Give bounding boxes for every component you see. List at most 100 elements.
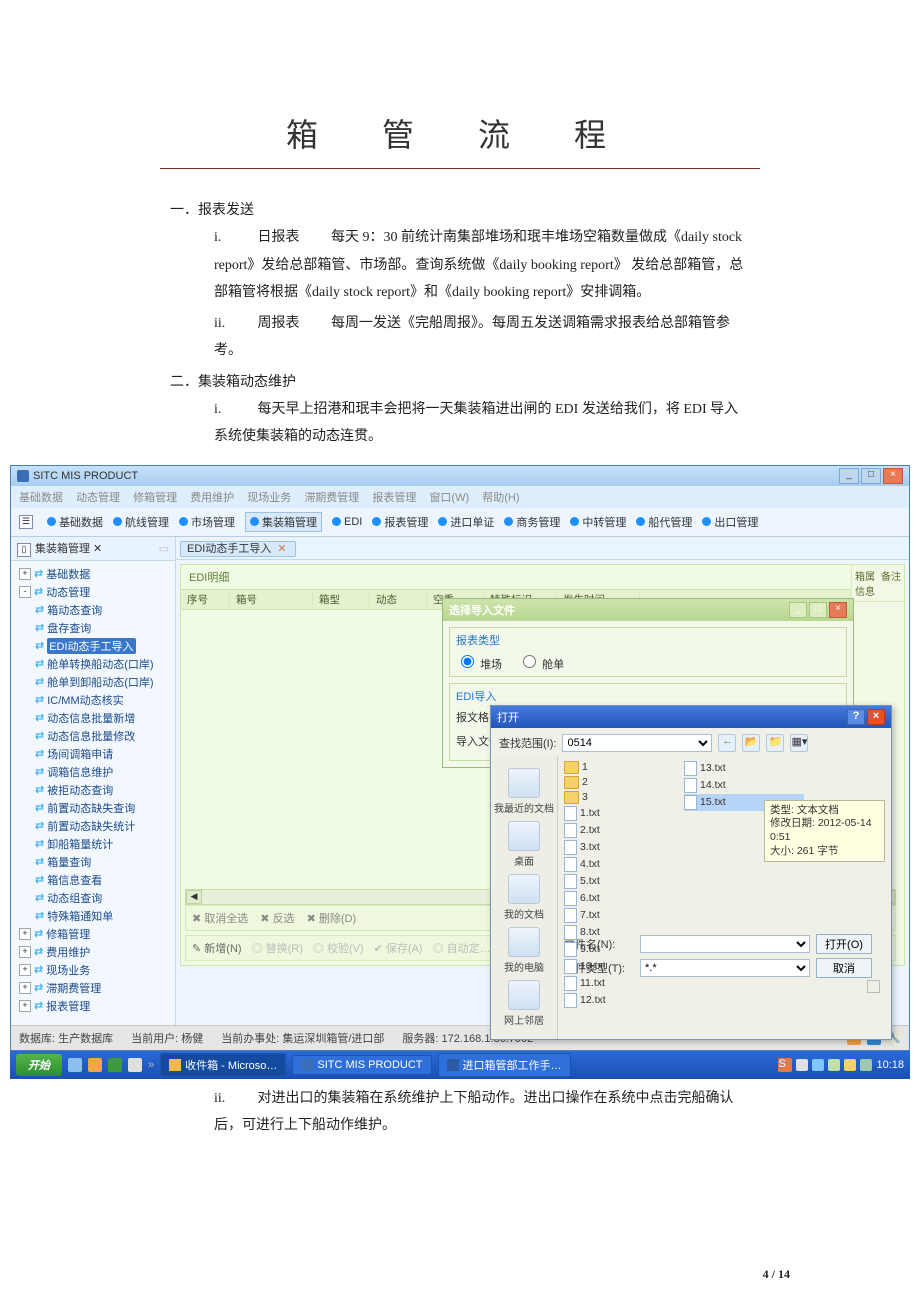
toolbar-item[interactable]: 船代管理 [636, 514, 692, 530]
minimize-button[interactable]: _ [789, 602, 807, 618]
folder-item[interactable]: 2 [564, 775, 684, 790]
toolbar-item[interactable]: 报表管理 [372, 514, 428, 530]
close-button[interactable]: × [883, 468, 903, 484]
footer-btn[interactable]: 删除(D) [319, 913, 356, 925]
menu-item[interactable]: 报表管理 [372, 492, 416, 504]
toolbar-item[interactable]: 进口单证 [438, 514, 494, 530]
file-item[interactable]: 14.txt [684, 777, 804, 794]
place-recent[interactable]: 我最近的文档 [491, 768, 557, 815]
cancel-button[interactable]: 取消 [816, 958, 872, 978]
toolbar-item[interactable]: EDI [332, 516, 362, 528]
ql-icon[interactable] [88, 1058, 102, 1072]
grid-col[interactable]: 动态 [370, 590, 427, 609]
app-titlebar[interactable]: SITC MIS PRODUCT _ □ × [11, 466, 909, 486]
footer-btn[interactable]: 反选 [273, 913, 295, 925]
ql-icon[interactable] [108, 1058, 122, 1072]
ql-icon[interactable] [128, 1058, 142, 1072]
editor-tab[interactable]: EDI动态手工导入✕ [180, 541, 296, 557]
lookin-select[interactable]: 0514 [562, 734, 712, 752]
scroll-left-icon[interactable]: ◀ [186, 890, 202, 904]
grid-col[interactable]: 箱号 [230, 590, 313, 609]
sidebar-tab[interactable]: ▯集装箱管理 ✕ ▭ [11, 537, 175, 561]
tree-leaf[interactable]: 被拒动态查询 [47, 782, 113, 798]
file-item[interactable]: 13.txt [684, 760, 804, 777]
new-folder-icon[interactable]: 📁 [766, 734, 784, 752]
tree-leaf[interactable]: 特殊箱通知单 [47, 908, 113, 924]
tray-icon[interactable]: S [778, 1058, 792, 1072]
tree-leaf[interactable]: 场间调箱申请 [47, 746, 113, 762]
view-menu-icon[interactable]: ▦▾ [790, 734, 808, 752]
file-item[interactable]: 1.txt [564, 805, 684, 822]
tree-node[interactable]: 动态管理 [46, 584, 90, 600]
tree-node[interactable]: 基础数据 [46, 566, 90, 582]
collapse-icon[interactable]: - [19, 586, 31, 598]
tree-leaf[interactable]: 盘存查询 [47, 620, 91, 636]
help-button[interactable]: ? [847, 709, 865, 725]
file-item[interactable]: 4.txt [564, 856, 684, 873]
taskbar-app[interactable]: SITC MIS PRODUCT [292, 1055, 431, 1075]
footer-btn[interactable]: 取消全选 [204, 913, 248, 925]
tree-leaf[interactable]: 前置动态缺失统计 [47, 818, 135, 834]
tree-leaf[interactable]: 箱动态查询 [47, 602, 102, 618]
tree-leaf[interactable]: 卸船箱量统计 [47, 836, 113, 852]
tree-node[interactable]: 费用维护 [46, 944, 90, 960]
collapse-icon[interactable]: ▭ [159, 542, 169, 555]
radio-input[interactable] [461, 655, 474, 668]
file-item[interactable]: 5.txt [564, 873, 684, 890]
folder-item[interactable]: 3 [564, 790, 684, 805]
expand-icon[interactable]: + [19, 568, 31, 580]
minimize-button[interactable]: _ [839, 468, 859, 484]
bottom-btn[interactable]: 新增(N) [204, 943, 241, 955]
tray-icon[interactable] [844, 1059, 856, 1071]
back-icon[interactable]: ← [718, 734, 736, 752]
toolbar-item[interactable]: 商务管理 [504, 514, 560, 530]
maximize-button[interactable]: □ [809, 602, 827, 618]
tree-node[interactable]: 修箱管理 [46, 926, 90, 942]
menu-item[interactable]: 帮助(H) [482, 492, 519, 504]
menu-item[interactable]: 窗口(W) [429, 492, 469, 504]
tree-leaf[interactable]: 前置动态缺失查询 [47, 800, 135, 816]
file-item[interactable]: 7.txt [564, 907, 684, 924]
toolbar-item[interactable]: 中转管理 [570, 514, 626, 530]
expand-icon[interactable]: + [19, 946, 31, 958]
expand-icon[interactable]: + [19, 928, 31, 940]
resize-grip[interactable] [867, 980, 880, 993]
start-button[interactable]: 开始 [16, 1054, 62, 1076]
tree-leaf[interactable]: 舱单到卸船动态(口岸) [47, 674, 153, 690]
ql-icon[interactable] [68, 1058, 82, 1072]
tree-node[interactable]: 报表管理 [46, 998, 90, 1014]
menu-item[interactable]: 现场业务 [247, 492, 291, 504]
toolbar-item[interactable]: 出口管理 [702, 514, 758, 530]
menu-item[interactable]: 滞期费管理 [304, 492, 359, 504]
tree-leaf[interactable]: 动态信息批量新增 [47, 710, 135, 726]
tree-node[interactable]: 现场业务 [46, 962, 90, 978]
tree-leaf[interactable]: 动态组查询 [47, 890, 102, 906]
tree-leaf[interactable]: 箱信息查看 [47, 872, 102, 888]
grid-col[interactable]: 箱型 [313, 590, 370, 609]
nav-tree[interactable]: +⇄基础数据 -⇄动态管理 ⇄箱动态查询 ⇄盘存查询 ⇄EDI动态手工导入 ⇄舱… [11, 561, 175, 1025]
menubar[interactable]: 基础数据 动态管理 修箱管理 费用维护 现场业务 滞期费管理 报表管理 窗口(W… [11, 486, 909, 508]
side-tab[interactable]: 箱属信息 [852, 565, 878, 602]
folder-item[interactable]: 1 [564, 760, 684, 775]
taskbar-app[interactable]: 进口箱管部工作手… [438, 1053, 571, 1077]
file-item[interactable]: 2.txt [564, 822, 684, 839]
expand-sidebar-icon[interactable]: ☰ [19, 515, 33, 529]
menu-item[interactable]: 费用维护 [190, 492, 234, 504]
file-item[interactable]: 11.txt [564, 975, 684, 992]
tree-leaf-selected[interactable]: EDI动态手工导入 [47, 638, 135, 654]
file-item[interactable]: 9.txt [564, 941, 684, 958]
tree-leaf[interactable]: 舱单转换船动态(口岸) [47, 656, 153, 672]
tray-icon[interactable] [796, 1059, 808, 1071]
toolbar-item[interactable]: 市场管理 [179, 514, 235, 530]
tray-icon[interactable] [828, 1059, 840, 1071]
place-mydocs[interactable]: 我的文档 [491, 874, 557, 921]
file-item[interactable]: 10.txt [564, 958, 684, 975]
taskbar-app[interactable]: 收件箱 - Microso… [160, 1053, 286, 1077]
up-icon[interactable]: 📂 [742, 734, 760, 752]
menu-item[interactable]: 修箱管理 [133, 492, 177, 504]
radio-yard[interactable]: 堆场 [456, 652, 502, 672]
expand-icon[interactable]: + [19, 982, 31, 994]
menu-item[interactable]: 基础数据 [19, 492, 63, 504]
tree-node[interactable]: 滞期费管理 [46, 980, 101, 996]
file-item[interactable]: 8.txt [564, 924, 684, 941]
